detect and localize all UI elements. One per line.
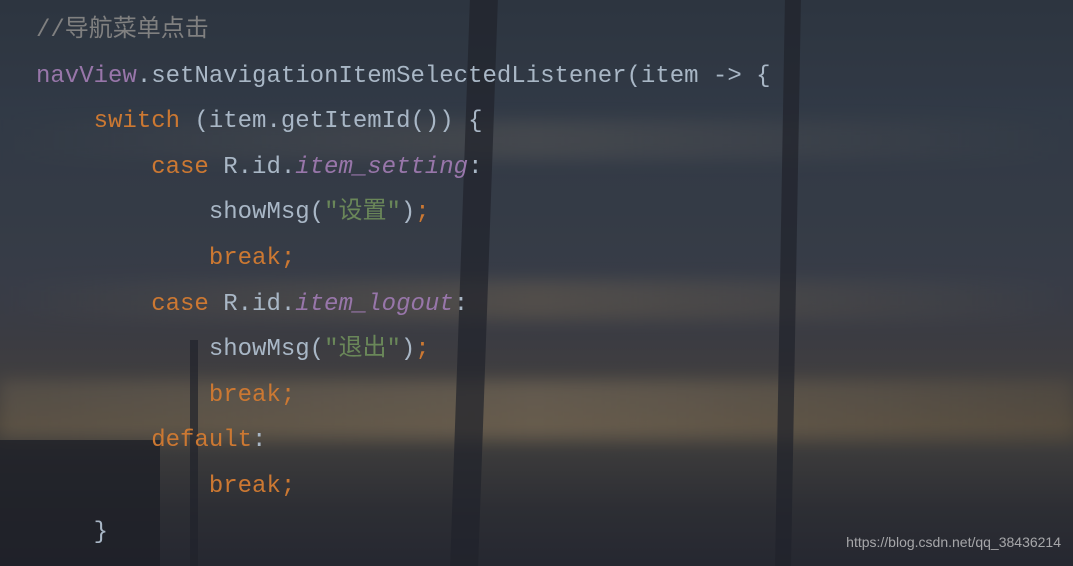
code-brace2: { — [468, 108, 482, 135]
code-item: item — [641, 63, 699, 90]
code-break2: break — [209, 382, 281, 409]
code-semi3: ; — [415, 336, 429, 363]
code-case1: case — [151, 154, 209, 181]
code-r2: R — [223, 291, 237, 318]
code-dot2: . — [266, 108, 280, 135]
code-itemsetting: item_setting — [295, 154, 468, 181]
code-break1: break — [209, 245, 281, 272]
code-switch: switch — [94, 108, 180, 135]
code-paren2: ( — [180, 108, 209, 135]
code-paren4: ) — [401, 199, 415, 226]
code-getitemid: getItemId — [281, 108, 411, 135]
code-dotid1: .id. — [238, 154, 296, 181]
code-space2 — [209, 291, 223, 318]
code-arrow: -> — [699, 63, 757, 90]
code-semi5: ; — [281, 473, 295, 500]
code-colon2: : — [454, 291, 468, 318]
code-str-setting: "设置" — [324, 199, 401, 226]
watermark-text: https://blog.csdn.net/qq_38436214 — [846, 529, 1061, 556]
code-str-logout: "退出" — [324, 336, 401, 363]
code-brace-close: } — [94, 519, 108, 546]
code-dotid2: .id. — [238, 291, 296, 318]
code-paren5: ( — [310, 336, 324, 363]
code-semi2: ; — [281, 245, 295, 272]
code-showmsg1: showMsg — [209, 199, 310, 226]
code-parens: ()) — [410, 108, 468, 135]
code-brace: { — [756, 63, 770, 90]
code-paren3: ( — [310, 199, 324, 226]
code-itemlogout: item_logout — [295, 291, 453, 318]
code-semi1: ; — [415, 199, 429, 226]
code-item2: item — [209, 108, 267, 135]
code-case2: case — [151, 291, 209, 318]
code-navview: navView — [36, 63, 137, 90]
code-r1: R — [223, 154, 237, 181]
code-semi4: ; — [281, 382, 295, 409]
code-showmsg2: showMsg — [209, 336, 310, 363]
code-block: //导航菜单点击 navView.setNavigationItemSelect… — [0, 0, 1073, 555]
code-paren: ( — [627, 63, 641, 90]
code-dot: . — [137, 63, 151, 90]
code-break3: break — [209, 473, 281, 500]
code-colon1: : — [468, 154, 482, 181]
code-paren6: ) — [401, 336, 415, 363]
code-colon3: : — [252, 427, 266, 454]
code-space — [209, 154, 223, 181]
code-default: default — [151, 427, 252, 454]
code-setlistener: setNavigationItemSelectedListener — [151, 63, 626, 90]
code-comment: //导航菜单点击 — [36, 17, 209, 44]
